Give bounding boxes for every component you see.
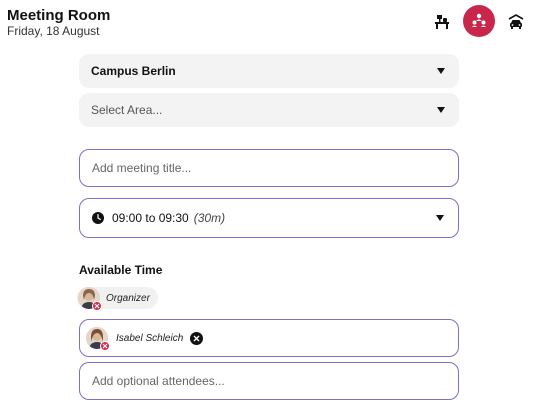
app-header: Meeting Room Friday, 18 August bbox=[0, 0, 535, 46]
campus-select[interactable]: Campus Berlin bbox=[79, 54, 459, 88]
remove-icon[interactable] bbox=[100, 341, 110, 351]
time-range: 09:00 to 09:30 bbox=[112, 211, 189, 225]
campus-select-value: Campus Berlin bbox=[91, 64, 176, 78]
remove-icon[interactable] bbox=[92, 301, 102, 311]
attendees-field[interactable]: Isabel Schleich bbox=[79, 319, 459, 357]
meeting-title-input[interactable]: Add meeting title... bbox=[79, 149, 459, 187]
attendee-chip[interactable]: Isabel Schleich bbox=[86, 325, 204, 351]
area-select[interactable]: Select Area... bbox=[79, 93, 459, 127]
close-icon[interactable] bbox=[190, 331, 204, 345]
car-parking-icon[interactable] bbox=[506, 12, 526, 32]
desk-icon[interactable] bbox=[433, 13, 451, 31]
attendee-name: Isabel Schleich bbox=[116, 332, 184, 344]
page-date: Friday, 18 August bbox=[7, 24, 100, 38]
chevron-down-icon bbox=[437, 107, 445, 113]
available-time-heading: Available Time bbox=[79, 263, 163, 277]
page-title: Meeting Room bbox=[7, 7, 111, 24]
time-duration: (30m) bbox=[193, 211, 226, 225]
desk-icon-glyph bbox=[435, 15, 449, 29]
avatar bbox=[78, 287, 102, 311]
organizer-chip[interactable]: Organizer bbox=[77, 287, 158, 311]
organizer-label: Organizer bbox=[106, 292, 150, 304]
clock-icon bbox=[92, 212, 104, 224]
meeting-title-placeholder: Add meeting title... bbox=[92, 161, 192, 175]
meeting-room-button[interactable] bbox=[463, 5, 495, 37]
chevron-down-icon bbox=[436, 215, 444, 221]
car-icon-glyph bbox=[508, 14, 524, 29]
optional-attendees-placeholder: Add optional attendees... bbox=[92, 374, 225, 388]
avatar bbox=[86, 327, 110, 351]
area-select-placeholder: Select Area... bbox=[91, 103, 163, 117]
time-select[interactable]: 09:00 to 09:30 (30m) bbox=[79, 198, 459, 238]
chevron-down-icon bbox=[437, 68, 445, 74]
meeting-room-icon bbox=[472, 13, 486, 27]
optional-attendees-input[interactable]: Add optional attendees... bbox=[79, 362, 459, 400]
